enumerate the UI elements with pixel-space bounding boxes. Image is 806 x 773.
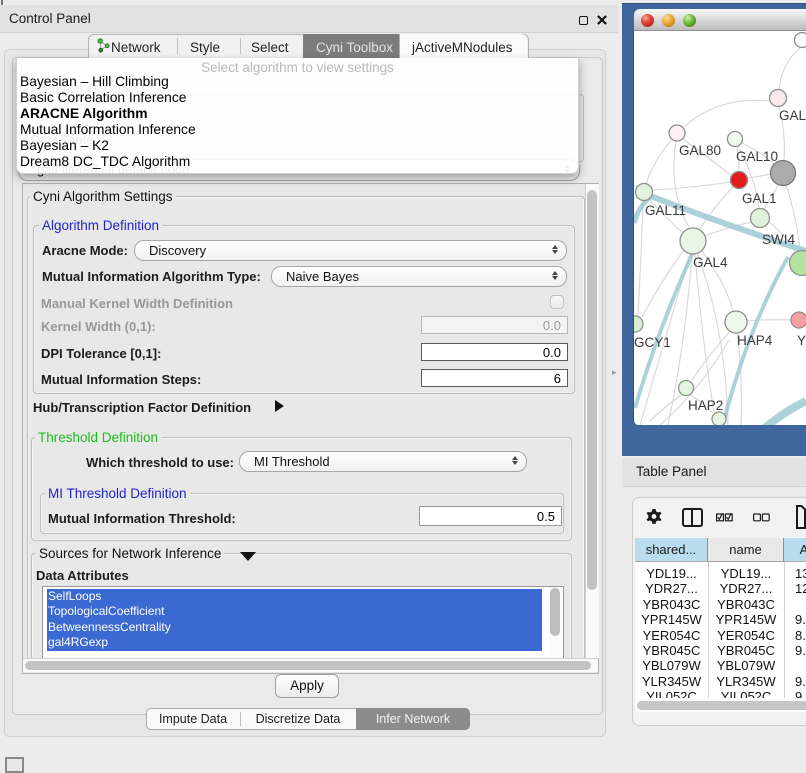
svg-text:GAL2: GAL2 [779, 108, 806, 123]
svg-text:GCY1: GCY1 [634, 335, 671, 350]
svg-text:HAP2: HAP2 [688, 398, 723, 413]
svg-text:SWI4: SWI4 [762, 232, 795, 247]
svg-text:Y: Y [797, 333, 806, 348]
svg-text:GAL4: GAL4 [693, 255, 728, 270]
svg-text:HAP4: HAP4 [737, 333, 773, 348]
svg-text:GAL80: GAL80 [679, 143, 721, 158]
svg-text:GAL11: GAL11 [645, 203, 686, 218]
svg-text:GAL1: GAL1 [742, 191, 777, 206]
svg-text:GAL10: GAL10 [736, 149, 778, 164]
